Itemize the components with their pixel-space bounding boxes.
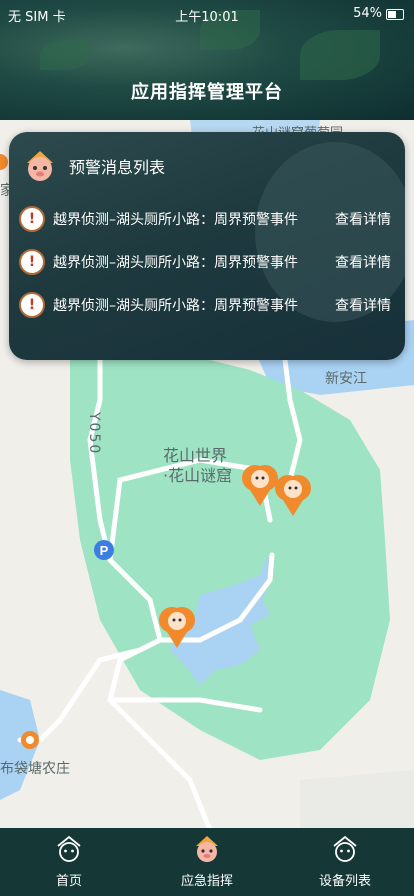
- view-detail-link[interactable]: 查看详情: [335, 209, 391, 229]
- alert-item[interactable]: ! 越界侦测–湖头厕所小路：周界预警事件 查看详情: [19, 247, 397, 277]
- alert-text: 越界侦测–湖头厕所小路：周界预警事件: [53, 212, 298, 228]
- tab-label: 首页: [55, 874, 82, 889]
- page-title: 应用指挥管理平台: [131, 82, 283, 103]
- view-detail-link[interactable]: 查看详情: [335, 295, 391, 315]
- status-time: 上午10:01: [175, 10, 239, 25]
- warning-icon: !: [19, 249, 45, 275]
- map-label-river: 新安江: [325, 371, 367, 387]
- panel-title: 预警消息列表: [69, 158, 166, 177]
- farm-poi-icon: [21, 731, 39, 749]
- map-label-village: 布袋塘农庄: [0, 761, 70, 777]
- mascot-icon: [27, 151, 53, 181]
- battery-percent: 54%: [353, 6, 382, 21]
- battery-icon: [386, 9, 404, 20]
- status-bar: 无 SIM 卡 上午10:01 54%: [0, 0, 414, 30]
- view-detail-link[interactable]: 查看详情: [335, 252, 391, 272]
- alert-panel: 预警消息列表 ! 越界侦测–湖头厕所小路：周界预警事件 查看详情 ! 越界侦测–…: [9, 132, 405, 360]
- warning-icon: !: [19, 292, 45, 318]
- tab-devices[interactable]: 设备列表: [276, 828, 414, 896]
- home-icon: [57, 835, 81, 862]
- app-header: 无 SIM 卡 上午10:01 54% 应用指挥管理平台: [0, 0, 414, 120]
- map-label-park-line1: 花山世界: [163, 446, 228, 465]
- panel-header: 预警消息列表: [23, 148, 165, 184]
- bottom-tab-bar: 首页 应急指挥 设备列表: [0, 828, 414, 896]
- tab-command[interactable]: 应急指挥: [138, 828, 276, 896]
- alert-text: 越界侦测–湖头厕所小路：周界预警事件: [53, 255, 298, 271]
- map-label-park-line2: ·花山谜窟: [163, 466, 233, 485]
- tab-label: 设备列表: [318, 874, 371, 889]
- alert-item[interactable]: ! 越界侦测–湖头厕所小路：周界预警事件 查看详情: [19, 204, 397, 234]
- map-label-park: 花山世界 ·花山谜窟: [163, 446, 232, 486]
- parking-icon: P: [94, 540, 114, 560]
- alert-text: 越界侦测–湖头厕所小路：周界预警事件: [53, 298, 298, 314]
- command-icon: [196, 836, 218, 862]
- svg-text:P: P: [100, 543, 109, 558]
- map-label-road: Y050: [86, 412, 102, 456]
- alert-item[interactable]: ! 越界侦测–湖头厕所小路：周界预警事件 查看详情: [19, 290, 397, 320]
- tab-label: 应急指挥: [180, 874, 233, 889]
- tab-home[interactable]: 首页: [0, 828, 138, 896]
- warning-icon: !: [19, 206, 45, 232]
- device-list-icon: [333, 835, 357, 862]
